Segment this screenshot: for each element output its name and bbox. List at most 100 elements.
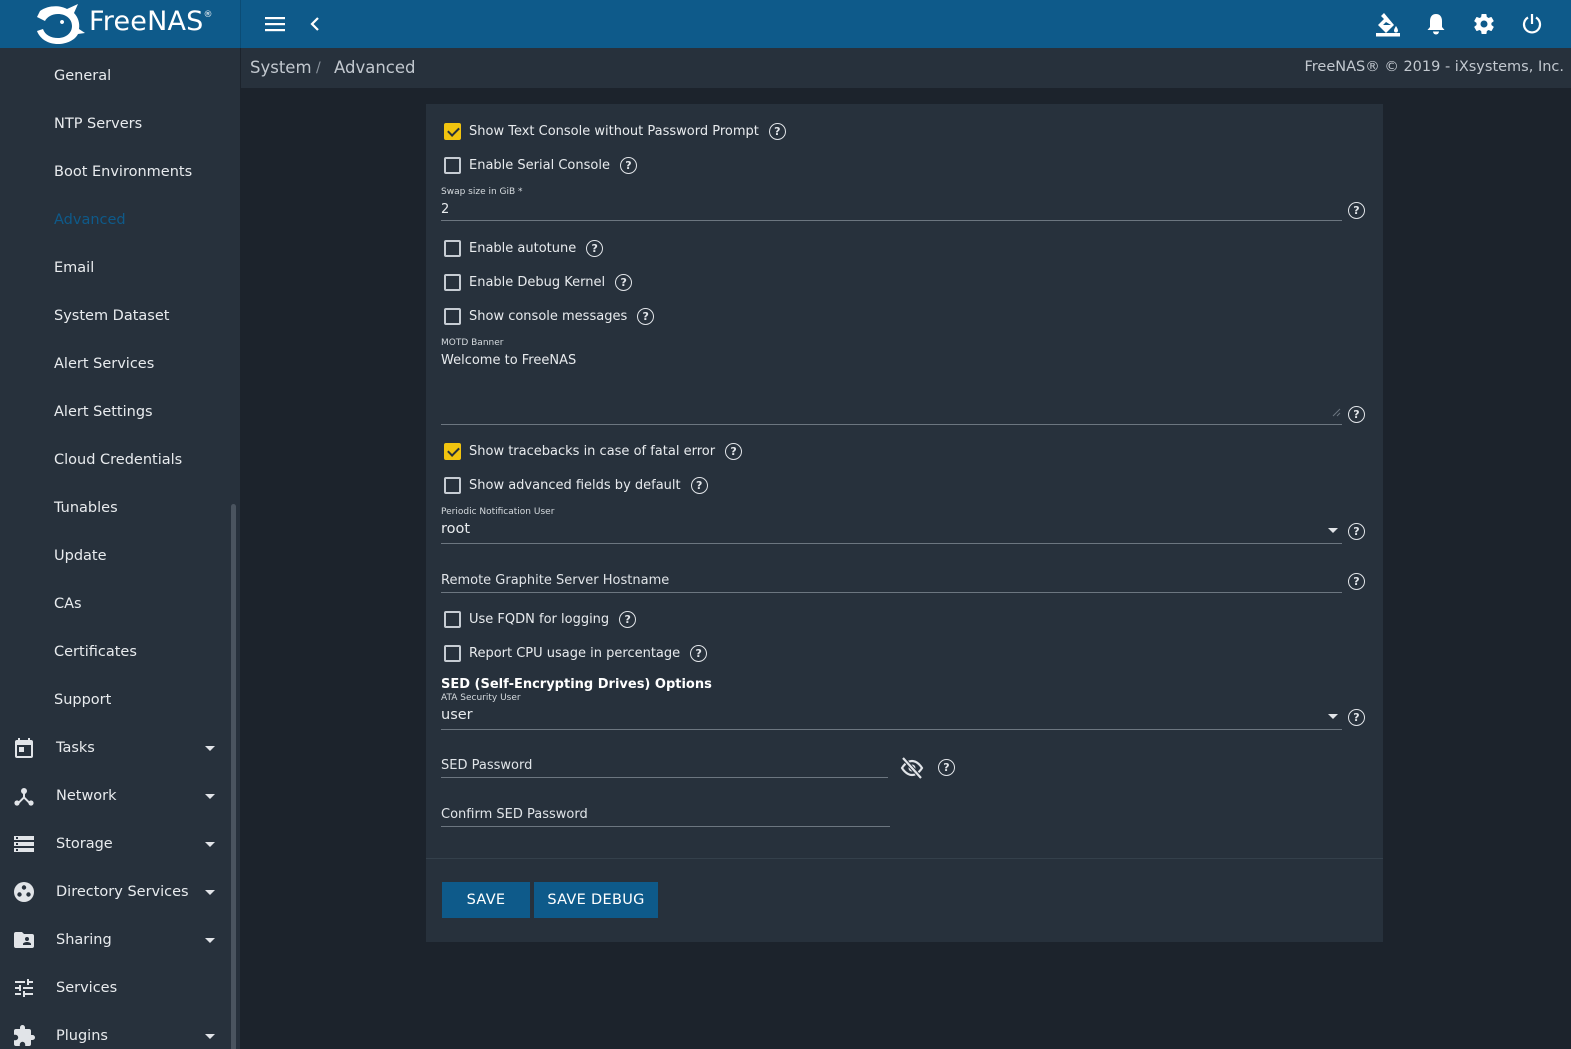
sidebar-item-services[interactable]: Services <box>0 964 230 1012</box>
sidebar-item-label: Services <box>56 980 118 996</box>
sidebar-item-label: Plugins <box>56 1028 108 1044</box>
back-chevron-icon <box>310 17 319 31</box>
help-icon[interactable]: ? <box>1348 573 1365 590</box>
sidebar-item-email[interactable]: Email <box>0 244 230 292</box>
help-icon[interactable]: ? <box>1348 202 1365 219</box>
sidebar-item-label: Email <box>54 260 95 276</box>
sidebar-item-label: Update <box>54 548 107 564</box>
breadcrumb-system[interactable]: System <box>250 58 312 77</box>
settings-button[interactable] <box>1468 8 1500 40</box>
sidebar-item-plugins[interactable]: Plugins <box>0 1012 230 1049</box>
sidebar-item-boot-environments[interactable]: Boot Environments <box>0 148 230 196</box>
freenas-shark-logo-icon <box>37 4 85 44</box>
help-icon[interactable]: ? <box>619 157 637 174</box>
sidebar-item-label: Support <box>54 692 112 708</box>
menu-toggle-button[interactable] <box>259 8 291 40</box>
sidebar-item-tasks[interactable]: Tasks <box>0 724 230 772</box>
menu-icon <box>265 17 285 32</box>
ata-security-user-select[interactable]: user <box>441 707 473 723</box>
sidebar-item-label: Tasks <box>56 740 95 756</box>
help-icon[interactable]: ? <box>615 274 633 291</box>
help-icon[interactable]: ? <box>586 240 604 257</box>
help-icon[interactable]: ? <box>690 645 708 662</box>
graphite-hostname-input[interactable]: Remote Graphite Server Hostname <box>441 573 669 588</box>
dropdown-arrow-icon[interactable] <box>1328 714 1338 719</box>
fqdn-checkbox[interactable] <box>444 611 461 628</box>
help-icon[interactable]: ? <box>1348 523 1365 540</box>
sidebar-item-update[interactable]: Update <box>0 532 230 580</box>
sidebar-item-cloud-credentials[interactable]: Cloud Credentials <box>0 436 230 484</box>
freenas-logo[interactable]: FreeNAS® <box>0 0 241 48</box>
sidebar-item-label: Advanced <box>54 212 126 228</box>
sidebar-item-tunables[interactable]: Tunables <box>0 484 230 532</box>
help-icon[interactable]: ? <box>725 443 743 460</box>
serial-console-checkbox[interactable] <box>444 157 461 174</box>
sidebar-item-alert-settings[interactable]: Alert Settings <box>0 388 230 436</box>
advanced-fields-row: Show advanced fields by default ? <box>444 477 708 494</box>
motd-banner-textarea[interactable]: Welcome to FreeNAS <box>441 353 576 368</box>
confirm-sed-password-input[interactable]: Confirm SED Password <box>441 807 588 822</box>
sidebar-item-directory-services[interactable]: Directory Services <box>0 868 230 916</box>
sidebar-item-label: CAs <box>54 596 82 612</box>
sidebar-item-general[interactable]: General <box>0 52 230 100</box>
periodic-user-label: Periodic Notification User <box>441 507 555 517</box>
help-icon[interactable]: ? <box>1348 709 1365 726</box>
show-text-console-checkbox[interactable] <box>444 123 461 140</box>
console-messages-row: Show console messages ? <box>444 308 655 325</box>
sidebar-item-alert-services[interactable]: Alert Services <box>0 340 230 388</box>
autotune-label: Enable autotune <box>469 241 577 256</box>
sed-password-input[interactable]: SED Password <box>441 758 532 773</box>
textarea-resize-handle-icon[interactable] <box>1332 408 1341 417</box>
top-toolbar: FreeNAS® <box>0 0 1571 48</box>
sidebar-item-network[interactable]: Network <box>0 772 230 820</box>
sidebar-item-label: NTP Servers <box>54 116 143 132</box>
help-icon[interactable]: ? <box>619 611 637 628</box>
help-icon[interactable]: ? <box>690 477 708 494</box>
directory-services-icon <box>12 880 36 904</box>
save-debug-button[interactable]: SAVE DEBUG <box>534 882 658 918</box>
notifications-button[interactable] <box>1420 8 1452 40</box>
console-messages-checkbox[interactable] <box>444 308 461 325</box>
sidebar-item-label: Tunables <box>54 500 118 516</box>
ata-security-user-label: ATA Security User <box>441 693 521 703</box>
autotune-checkbox[interactable] <box>444 240 461 257</box>
sidebar-item-advanced[interactable]: Advanced <box>0 196 230 244</box>
services-tune-icon <box>12 976 36 1000</box>
sidebar-item-label: Directory Services <box>56 884 189 900</box>
advanced-fields-checkbox[interactable] <box>444 477 461 494</box>
help-icon[interactable]: ? <box>938 759 955 776</box>
swap-size-input[interactable]: 2 <box>441 202 449 217</box>
console-messages-label: Show console messages <box>469 309 628 324</box>
dropdown-arrow-icon[interactable] <box>1328 528 1338 533</box>
storage-icon <box>12 832 36 856</box>
help-icon[interactable]: ? <box>637 308 655 325</box>
help-icon[interactable]: ? <box>768 123 786 140</box>
theme-button[interactable] <box>1372 8 1404 40</box>
help-icon[interactable]: ? <box>1348 406 1365 423</box>
sidebar-item-ntp-servers[interactable]: NTP Servers <box>0 100 230 148</box>
sidebar-item-certificates[interactable]: Certificates <box>0 628 230 676</box>
debug-kernel-checkbox[interactable] <box>444 274 461 291</box>
sidebar-item-sharing[interactable]: Sharing <box>0 916 230 964</box>
calendar-icon <box>12 736 36 760</box>
sidebar-scrollbar[interactable] <box>231 504 236 1049</box>
sidebar-item-label: Boot Environments <box>54 164 193 180</box>
show-text-console-row: Show Text Console without Password Promp… <box>444 123 786 140</box>
cpu-percent-row: Report CPU usage in percentage ? <box>444 645 708 662</box>
save-button[interactable]: SAVE <box>442 882 530 918</box>
cpu-percent-checkbox[interactable] <box>444 645 461 662</box>
power-icon <box>1522 14 1542 34</box>
power-button[interactable] <box>1516 8 1548 40</box>
sidebar-item-system-dataset[interactable]: System Dataset <box>0 292 230 340</box>
confirm-sed-password-underline <box>441 826 890 827</box>
collapse-sidebar-button[interactable] <box>299 8 331 40</box>
periodic-user-select[interactable]: root <box>441 521 470 537</box>
graphite-hostname-underline <box>441 592 1342 593</box>
sidebar-item-cas[interactable]: CAs <box>0 580 230 628</box>
tracebacks-checkbox[interactable] <box>444 443 461 460</box>
plugins-puzzle-icon <box>12 1024 36 1048</box>
visibility-off-icon[interactable] <box>900 757 924 779</box>
sidebar-item-support[interactable]: Support <box>0 676 230 724</box>
sidebar-item-storage[interactable]: Storage <box>0 820 230 868</box>
chevron-down-icon <box>205 841 215 847</box>
